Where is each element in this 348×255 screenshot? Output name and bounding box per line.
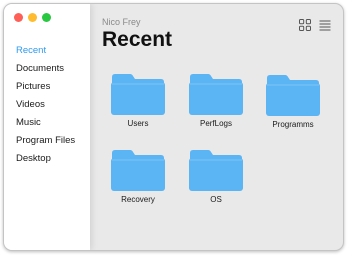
folder-label: Recovery xyxy=(121,195,155,204)
folder-label: Users xyxy=(127,119,149,128)
zoom-window-button[interactable] xyxy=(42,13,51,22)
folder-icon xyxy=(111,150,165,191)
folder-icon xyxy=(189,150,243,191)
folder-icon xyxy=(266,75,320,116)
sidebar: Recent Documents Pictures Videos Music P… xyxy=(4,4,90,250)
sidebar-item-videos[interactable]: Videos xyxy=(16,96,75,114)
list-view-icon[interactable] xyxy=(319,18,331,31)
folder-icon xyxy=(111,74,165,115)
folder-label: PerfLogs xyxy=(199,119,233,128)
finder-window: Recent Documents Pictures Videos Music P… xyxy=(3,3,344,251)
sidebar-item-documents[interactable]: Documents xyxy=(16,60,75,78)
folder-label: OS xyxy=(210,195,222,204)
folder-item[interactable]: PerfLogs xyxy=(181,73,251,135)
sidebar-item-desktop[interactable]: Desktop xyxy=(16,150,75,168)
minimize-window-button[interactable] xyxy=(28,13,37,22)
user-name: Nico Frey xyxy=(102,17,141,27)
folder-item[interactable]: OS xyxy=(181,149,251,211)
folder-item[interactable]: Programms xyxy=(258,74,328,136)
view-toggle xyxy=(299,18,331,31)
folder-icon xyxy=(189,74,243,115)
folder-item[interactable]: Users xyxy=(103,73,173,135)
folder-label: Programms xyxy=(272,120,314,129)
window-controls xyxy=(14,13,51,22)
sidebar-list: Recent Documents Pictures Videos Music P… xyxy=(16,42,75,168)
folder-item[interactable]: Recovery xyxy=(103,149,173,211)
sidebar-item-program-files[interactable]: Program Files xyxy=(16,132,75,150)
sidebar-item-music[interactable]: Music xyxy=(16,114,75,132)
close-window-button[interactable] xyxy=(14,13,23,22)
sidebar-item-pictures[interactable]: Pictures xyxy=(16,78,75,96)
grid-view-icon[interactable] xyxy=(299,18,311,31)
main-content: Nico Frey Recent Users PerfLogs Programm… xyxy=(90,4,343,250)
page-title: Recent xyxy=(102,28,173,51)
sidebar-item-recent[interactable]: Recent xyxy=(16,42,75,60)
